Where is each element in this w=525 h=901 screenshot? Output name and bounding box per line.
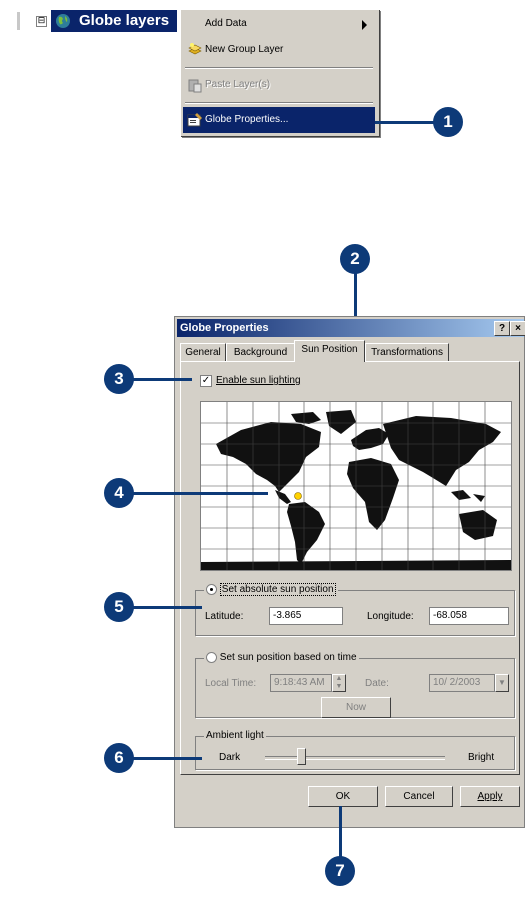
callout-6-leader [132,757,202,760]
collapse-icon[interactable]: ⊟ [36,16,47,27]
tab-background[interactable]: Background [226,343,295,361]
globe-icon [56,14,70,28]
tab-transformations[interactable]: Transformations [365,343,449,361]
menu-item-globe-properties[interactable]: Globe Properties... [183,107,375,133]
longitude-input[interactable]: -68.058 [429,607,509,625]
globe-properties-dialog: Globe Properties ? × General Background … [174,316,525,828]
properties-icon [187,113,202,127]
latitude-label: Latitude: [205,611,244,622]
absolute-position-option[interactable]: Set absolute sun position [204,583,338,597]
callout-2: 2 [340,244,370,274]
globe-layers-node[interactable]: Globe layers [51,10,177,32]
local-time-input[interactable]: 9:18:43 AM [270,674,332,692]
date-label: Date: [365,678,389,689]
now-button[interactable]: Now [321,697,391,718]
new-group-layer-icon [188,43,202,55]
dialog-titlebar: Globe Properties ? × [177,319,525,337]
ambient-slider-track[interactable] [265,756,445,760]
ambient-light-group: Ambient light [195,730,515,770]
dark-label: Dark [219,752,241,763]
menu-separator [185,67,373,69]
date-dropdown-icon[interactable]: ▼ [495,674,509,692]
menu-separator [185,102,373,104]
callout-5: 5 [104,592,134,622]
callout-3-leader [132,378,192,381]
menu-item-paste-layers[interactable]: Paste Layer(s) [183,72,375,98]
callout-4: 4 [104,478,134,508]
callout-3: 3 [104,364,134,394]
local-time-label: Local Time: [205,678,257,689]
callout-4-leader [132,492,268,495]
callout-5-leader [132,606,202,609]
ambient-slider-thumb[interactable] [297,748,306,765]
callout-7-leader [339,806,342,862]
time-position-option[interactable]: Set sun position based on time [204,652,359,664]
cancel-button[interactable]: Cancel [385,786,453,807]
tab-general[interactable]: General [180,343,226,361]
context-menu: Add Data New Group Layer Paste Layer(s) … [181,10,380,137]
enable-sun-lighting-label: Enable sun lighting [216,375,301,386]
enable-sun-lighting-checkbox[interactable]: ✓ [200,375,212,387]
bright-label: Bright [468,752,495,763]
help-button[interactable]: ? [494,321,510,336]
sun-position-marker[interactable] [294,492,302,500]
apply-button[interactable]: Apply [460,786,520,807]
callout-6: 6 [104,743,134,773]
submenu-arrow-icon [362,20,367,30]
paste-icon [188,79,202,93]
dialog-title: Globe Properties [180,322,269,334]
menu-item-add-data[interactable]: Add Data [183,11,375,37]
latitude-input[interactable]: -3.865 [269,607,343,625]
callout-1: 1 [433,107,463,137]
ambient-light-label: Ambient light [204,730,266,741]
absolute-position-radio[interactable] [206,584,217,595]
callout-1-leader [375,121,437,124]
world-map [201,402,511,570]
ok-button[interactable]: OK [308,786,378,807]
tab-sun-position[interactable]: Sun Position [294,340,365,362]
close-button[interactable]: × [510,321,525,336]
callout-7: 7 [325,856,355,886]
longitude-label: Longitude: [367,611,414,622]
node-label: Globe layers [79,12,170,29]
time-position-radio[interactable] [206,652,217,663]
menu-item-new-group-layer[interactable]: New Group Layer [183,37,375,63]
time-spin-icon[interactable]: ▲ ▼ [332,674,346,692]
date-input[interactable]: 10/ 2/2003 [429,674,495,692]
tree-indent-bar [17,12,20,30]
sun-position-map[interactable] [200,401,512,571]
